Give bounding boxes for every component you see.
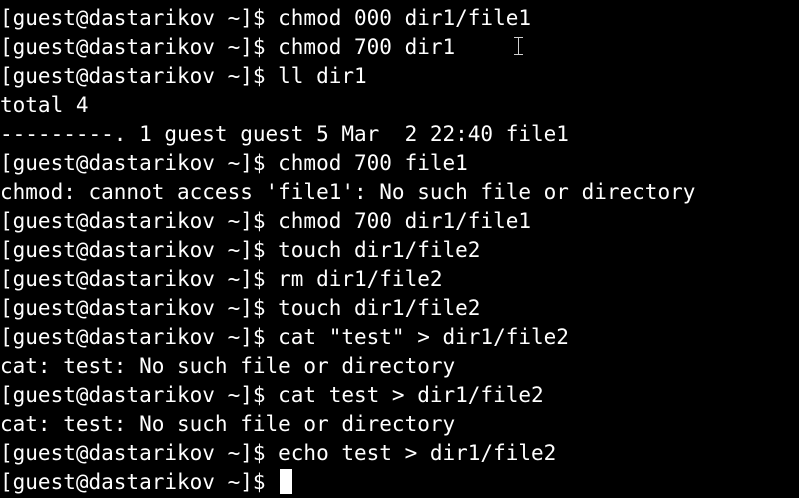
terminal-line: [guest@dastarikov ~]$ touch dir1/file2 (0, 238, 481, 262)
terminal-line: [guest@dastarikov ~]$ chmod 700 dir1/fil… (0, 209, 532, 233)
terminal-line: [guest@dastarikov ~]$ cat test > dir1/fi… (0, 383, 544, 407)
terminal-line: [guest@dastarikov ~]$ chmod 000 dir1/fil… (0, 6, 532, 30)
terminal-line: [guest@dastarikov ~]$ rm dir1/file2 (0, 267, 443, 291)
i-beam-icon (514, 37, 523, 55)
terminal-line: [guest@dastarikov ~]$ echo test > dir1/f… (0, 441, 557, 465)
terminal-window[interactable]: [guest@dastarikov ~]$ chmod 000 dir1/fil… (0, 0, 799, 498)
terminal-line: cat: test: No such file or directory (0, 354, 456, 378)
terminal-line: chmod: cannot access 'file1': No such fi… (0, 180, 696, 204)
terminal-line: ---------. 1 guest guest 5 Mar 2 22:40 f… (0, 122, 569, 146)
terminal-input-line[interactable]: [guest@dastarikov ~]$ (0, 468, 695, 497)
terminal-line: [guest@dastarikov ~]$ chmod 700 dir1 (0, 35, 456, 59)
text-cursor-icon (280, 469, 293, 494)
terminal-line: [guest@dastarikov ~]$ cat "test" > dir1/… (0, 325, 569, 349)
terminal-line: cat: test: No such file or directory (0, 412, 456, 436)
terminal-output: [guest@dastarikov ~]$ chmod 000 dir1/fil… (0, 4, 695, 497)
terminal-line: total 4 (0, 93, 89, 117)
terminal-line: [guest@dastarikov ~]$ ll dir1 (0, 64, 367, 88)
terminal-line: [guest@dastarikov ~]$ chmod 700 file1 (0, 151, 468, 175)
terminal-prompt: [guest@dastarikov ~]$ (0, 470, 279, 494)
terminal-line: [guest@dastarikov ~]$ touch dir1/file2 (0, 296, 481, 320)
